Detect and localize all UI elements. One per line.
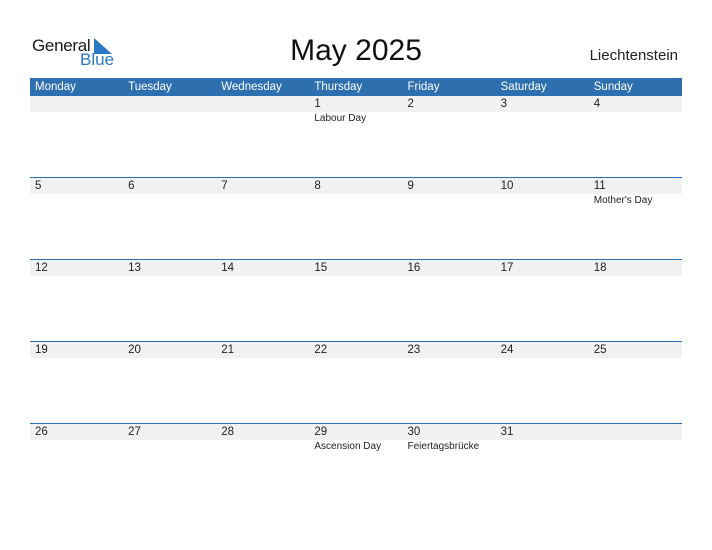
day-number: 1: [314, 98, 321, 110]
day-number: [35, 96, 123, 112]
day-cell: 25: [589, 342, 682, 359]
weekday-saturday: Saturday: [500, 81, 547, 93]
day-number: [594, 424, 682, 440]
day-cell: 6: [123, 178, 216, 206]
day-number: 2: [407, 98, 414, 110]
day-cell: 29 Ascension Day: [309, 424, 402, 452]
day-number: 30: [407, 426, 421, 438]
day-cell: 23: [403, 342, 496, 359]
day-cell: 9: [403, 178, 496, 206]
day-number: 4: [593, 98, 601, 110]
day-number: 15: [314, 262, 328, 274]
day-number: 18: [593, 262, 607, 274]
day-cell: 15: [309, 260, 402, 277]
day-cell: [30, 96, 123, 124]
day-cell: 12: [30, 260, 123, 277]
weekday-thursday: Thursday: [314, 81, 363, 93]
day-cell: 10: [496, 178, 589, 206]
day-number: [221, 96, 309, 112]
day-number: 26: [35, 426, 48, 438]
day-cell: 19: [30, 342, 123, 359]
day-number: 10: [500, 180, 514, 192]
day-number: 27: [128, 426, 141, 438]
day-number: 20: [128, 344, 141, 356]
day-cell: 8: [309, 178, 402, 206]
day-number: 5: [35, 180, 42, 192]
country-label: Liechtenstein: [589, 47, 678, 64]
holiday-label: Feiertagsbrücke: [407, 441, 480, 452]
day-cell: 17: [496, 260, 589, 277]
holiday-label: Labour Day: [314, 113, 367, 124]
week-row: 1 Labour Day 2 3 4: [30, 96, 682, 177]
weekday-header: Monday Tuesday Wednesday Thursday Friday Satu…: [30, 78, 682, 96]
day-number: 31: [500, 426, 514, 438]
day-number: 13: [128, 262, 141, 274]
day-cell: 20: [123, 342, 216, 359]
day-cell: [216, 96, 309, 124]
day-cell: 2: [403, 96, 496, 124]
day-number: 14: [221, 262, 235, 274]
day-cell: 5: [30, 178, 123, 206]
holiday-label: Ascension Day: [314, 441, 382, 452]
weekday-tuesday: Tuesday: [128, 81, 172, 93]
day-cell: 13: [123, 260, 216, 277]
day-cell: 22: [309, 342, 402, 359]
day-cell: 27: [123, 424, 216, 452]
day-number: 29: [314, 426, 328, 438]
day-cell: 31: [496, 424, 589, 452]
day-cell: 4: [589, 96, 682, 124]
day-number: 23: [407, 344, 421, 356]
day-cell: 7: [216, 178, 309, 206]
weekday-friday: Friday: [407, 81, 440, 93]
weekday-wednesday: Wednesday: [221, 81, 282, 93]
day-number: 19: [35, 344, 48, 356]
holiday-label: Mother's Day: [593, 195, 653, 206]
weekday-monday: Monday: [35, 81, 76, 93]
week-row: 5 6 7 8 9 10 11 Mother's Day: [30, 177, 682, 259]
day-cell: 11 Mother's Day: [589, 178, 682, 206]
week-row: 12 13 14 15 16 17 18: [30, 259, 682, 341]
day-cell: 18: [589, 260, 682, 277]
day-number: 16: [407, 262, 421, 274]
day-number: 9: [407, 180, 414, 192]
day-number: 11: [593, 180, 606, 192]
calendar-grid: Monday Tuesday Wednesday Thursday Friday Satu…: [30, 78, 682, 505]
day-cell: [123, 96, 216, 124]
day-number: 6: [128, 180, 135, 192]
day-cell: 28: [216, 424, 309, 452]
day-number: 24: [500, 344, 514, 356]
day-cell: 24: [496, 342, 589, 359]
week-row: 26 27 28 29 Ascension Day 30 Feiertagsbrücke 31: [30, 423, 682, 505]
day-cell: 1 Labour Day: [309, 96, 402, 124]
day-cell: 3: [496, 96, 589, 124]
day-cell: [589, 424, 682, 452]
week-row: 19 20 21 22 23 24 25: [30, 341, 682, 423]
day-number: 3: [500, 98, 508, 110]
day-number: 8: [314, 180, 321, 192]
day-number: 17: [500, 262, 514, 274]
day-number: [128, 96, 216, 112]
day-number: 28: [221, 426, 235, 438]
day-cell: 14: [216, 260, 309, 277]
day-number: 7: [221, 180, 228, 192]
weekday-sunday: Sunday: [593, 81, 633, 93]
day-number: 22: [314, 344, 328, 356]
day-cell: 26: [30, 424, 123, 452]
day-number: 12: [35, 262, 48, 274]
day-number: 21: [221, 344, 235, 356]
day-number: 25: [593, 344, 607, 356]
day-cell: 30 Feiertagsbrücke: [403, 424, 496, 452]
day-cell: 21: [216, 342, 309, 359]
day-cell: 16: [403, 260, 496, 277]
